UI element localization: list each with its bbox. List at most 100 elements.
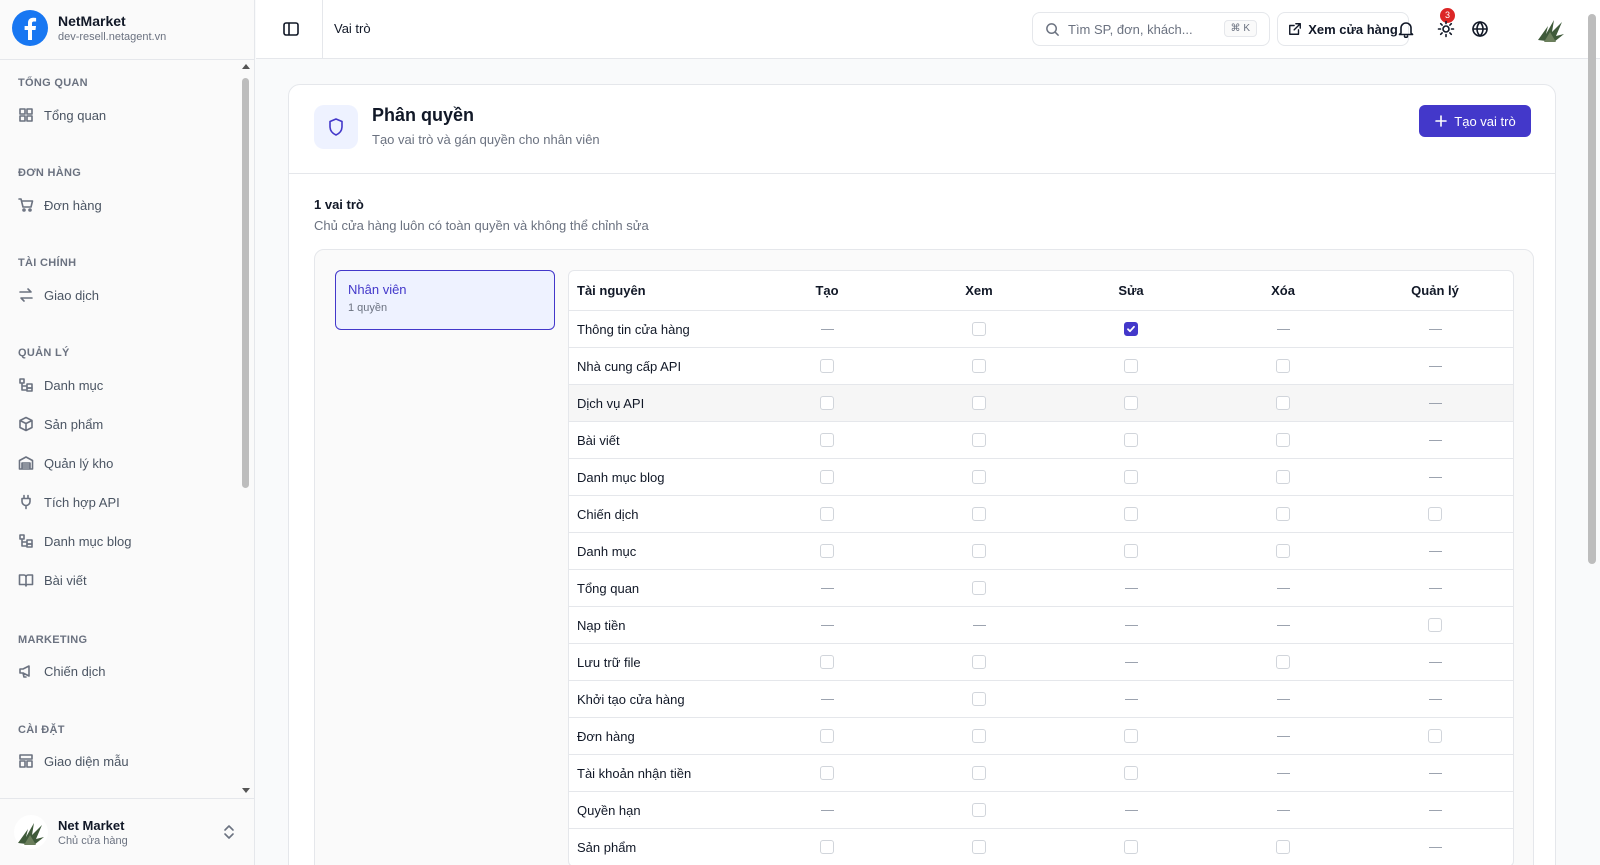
permission-checkbox[interactable]	[972, 766, 986, 780]
permission-checkbox[interactable]	[820, 766, 834, 780]
sidebar-item-articles[interactable]: Bài viết	[10, 565, 236, 595]
permission-cell	[1207, 624, 1359, 626]
sidebar-item-blog-categories[interactable]: Danh mục blog	[10, 526, 236, 556]
permission-checkbox[interactable]	[1124, 396, 1138, 410]
permission-checkbox[interactable]	[1124, 766, 1138, 780]
permission-checkbox[interactable]	[972, 507, 986, 521]
role-name: Nhân viên	[348, 282, 407, 297]
sidebar-item-products[interactable]: Sản phẩm	[10, 409, 236, 439]
permission-checkbox[interactable]	[820, 396, 834, 410]
view-store-button[interactable]: Xem cửa hàng	[1277, 12, 1409, 46]
permission-cell	[1207, 772, 1359, 774]
permission-checkbox[interactable]	[820, 655, 834, 669]
permission-checkbox[interactable]	[972, 692, 986, 706]
sidebar-item-label: Giao diện mẫu	[44, 753, 129, 769]
permission-checkbox[interactable]	[820, 729, 834, 743]
permission-checkbox-checked[interactable]	[1124, 322, 1138, 336]
permission-cell	[1055, 661, 1207, 663]
sidebar-item-overview[interactable]: Tổng quan	[10, 100, 236, 130]
permission-cell	[1207, 840, 1359, 854]
sidebar-item-categories[interactable]: Danh mục	[10, 370, 236, 400]
permission-cell	[1207, 698, 1359, 700]
not-applicable-dash	[1428, 328, 1442, 330]
permission-checkbox[interactable]	[972, 581, 986, 595]
table-row: Danh mục blog	[569, 459, 1513, 496]
brand-name: NetMarket	[58, 13, 126, 29]
brand[interactable]: NetMarket dev-resell.netagent.vn	[12, 10, 166, 46]
permission-cell	[1359, 618, 1511, 632]
permission-checkbox[interactable]	[972, 470, 986, 484]
sidebar-scrollbar[interactable]	[242, 78, 249, 488]
role-item-staff[interactable]: Nhân viên 1 quyền	[335, 270, 555, 330]
sidebar-scroll-down-arrow[interactable]	[242, 788, 250, 793]
permission-checkbox[interactable]	[820, 840, 834, 854]
sidebar-item-api-integration[interactable]: Tích hợp API	[10, 487, 236, 517]
permission-checkbox[interactable]	[972, 322, 986, 336]
permission-checkbox[interactable]	[1428, 729, 1442, 743]
permission-cell	[1207, 396, 1359, 410]
account-switcher[interactable]: Net Market Chủ cửa hàng	[0, 798, 255, 865]
sidebar-toggle-icon[interactable]	[282, 20, 300, 38]
permission-checkbox[interactable]	[1276, 470, 1290, 484]
not-applicable-dash	[820, 809, 834, 811]
permission-checkbox[interactable]	[1276, 544, 1290, 558]
create-role-button[interactable]: Tạo vai trò	[1419, 105, 1531, 137]
permission-checkbox[interactable]	[972, 840, 986, 854]
permission-checkbox[interactable]	[820, 359, 834, 373]
permission-checkbox[interactable]	[972, 729, 986, 743]
resource-name: Nhà cung cấp API	[577, 358, 682, 374]
permission-checkbox[interactable]	[1124, 359, 1138, 373]
permission-checkbox[interactable]	[820, 507, 834, 521]
roles-panel: Nhân viên 1 quyền Tài nguyên Tạo Xem Sửa…	[314, 249, 1534, 865]
permission-checkbox[interactable]	[1276, 840, 1290, 854]
permission-checkbox[interactable]	[1124, 507, 1138, 521]
permission-checkbox[interactable]	[1276, 359, 1290, 373]
chevrons-up-down-icon	[224, 825, 234, 839]
permission-cell	[751, 544, 903, 558]
permission-checkbox[interactable]	[1124, 729, 1138, 743]
permission-checkbox[interactable]	[820, 470, 834, 484]
permission-checkbox[interactable]	[1428, 618, 1442, 632]
permission-checkbox[interactable]	[1276, 433, 1290, 447]
permission-checkbox[interactable]	[972, 803, 986, 817]
megaphone-icon	[19, 665, 30, 678]
brand-domain: dev-resell.netagent.vn	[58, 31, 167, 43]
permission-checkbox[interactable]	[820, 433, 834, 447]
sidebar-item-transactions[interactable]: Giao dịch	[10, 280, 236, 310]
permission-checkbox[interactable]	[1124, 433, 1138, 447]
sidebar-item-inventory[interactable]: Quản lý kho	[10, 448, 236, 478]
permission-checkbox[interactable]	[972, 396, 986, 410]
sidebar-item-templates[interactable]: Giao diện mẫu	[10, 746, 236, 776]
language-button[interactable]	[1471, 20, 1489, 38]
sidebar-item-campaigns[interactable]: Chiến dịch	[10, 656, 236, 686]
permission-cell	[1359, 809, 1511, 811]
permission-checkbox[interactable]	[1276, 655, 1290, 669]
permission-checkbox[interactable]	[1124, 544, 1138, 558]
permission-checkbox[interactable]	[1428, 507, 1442, 521]
not-applicable-dash	[820, 698, 834, 700]
permission-checkbox[interactable]	[972, 544, 986, 558]
permission-checkbox[interactable]	[972, 655, 986, 669]
permission-checkbox[interactable]	[820, 544, 834, 558]
permission-checkbox[interactable]	[1276, 396, 1290, 410]
sidebar-item-label: Quản lý kho	[44, 455, 114, 471]
not-applicable-dash	[1428, 476, 1442, 478]
notifications-button[interactable]	[1397, 20, 1415, 39]
resource-name: Tài khoản nhận tiền	[577, 765, 692, 781]
permission-checkbox[interactable]	[972, 359, 986, 373]
theme-toggle-button[interactable]	[1437, 20, 1455, 38]
permission-checkbox[interactable]	[1276, 507, 1290, 521]
page-title: Vai trò	[334, 21, 371, 36]
permission-cell	[903, 322, 1055, 336]
permission-checkbox[interactable]	[972, 433, 986, 447]
roles-count: 1 vai trò	[314, 197, 364, 212]
user-avatar[interactable]	[1534, 12, 1568, 46]
globe-icon	[1472, 21, 1488, 37]
permission-cell	[751, 359, 903, 373]
page-scrollbar[interactable]	[1588, 14, 1596, 564]
permission-checkbox[interactable]	[1124, 470, 1138, 484]
sidebar-item-orders[interactable]: Đơn hàng	[10, 190, 236, 220]
search-input[interactable]: Tìm SP, đơn, khách... ⌘ K	[1032, 12, 1270, 46]
sidebar-scroll-up-arrow[interactable]	[242, 64, 250, 69]
permission-checkbox[interactable]	[1124, 840, 1138, 854]
